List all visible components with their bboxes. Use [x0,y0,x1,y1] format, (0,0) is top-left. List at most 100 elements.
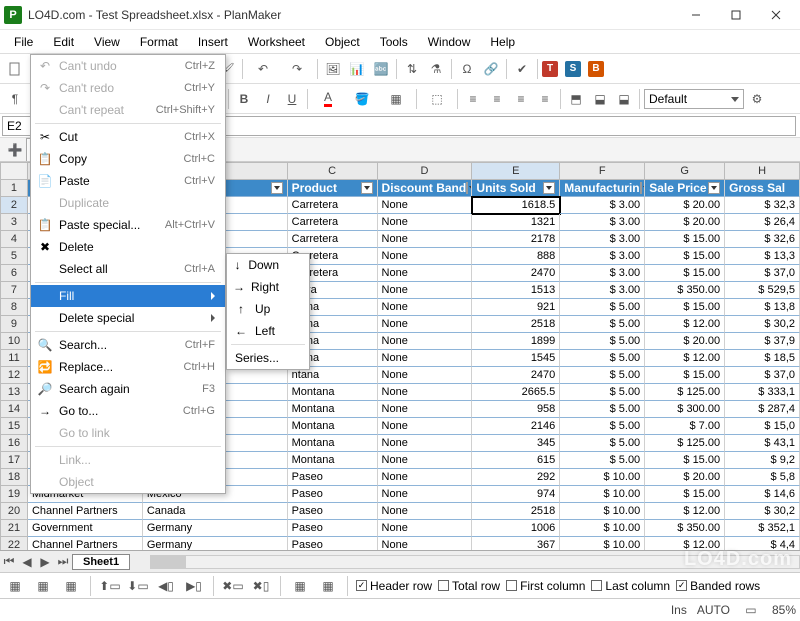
cell[interactable]: 615 [472,452,560,469]
sheet-tab[interactable]: Sheet1 [72,554,130,570]
cell[interactable]: Germany [143,537,288,550]
cell[interactable]: $ 7.00 [645,418,725,435]
presentations-icon[interactable]: S [565,61,581,77]
cell[interactable]: 1006 [472,520,560,537]
horizontal-scrollbar[interactable] [150,555,800,569]
cell[interactable]: $ 10.00 [560,537,645,550]
cell[interactable]: $ 15.00 [645,265,725,282]
menu-view[interactable]: View [84,33,130,51]
cell[interactable]: $ 32,6 [725,231,800,248]
menu-insert[interactable]: Insert [188,33,238,51]
cell[interactable]: $ 15.00 [645,299,725,316]
cell[interactable]: Paseo [288,486,378,503]
menu-worksheet[interactable]: Worksheet [238,33,315,51]
cell[interactable]: $ 3.00 [560,214,645,231]
cell[interactable]: None [378,486,473,503]
cell[interactable]: 367 [472,537,560,550]
menu-item-paste-special-[interactable]: 📋Paste special...Alt+Ctrl+V [31,214,225,236]
row-header[interactable]: 11 [0,350,28,367]
cell[interactable]: 958 [472,401,560,418]
cell[interactable]: $ 12.00 [645,537,725,550]
col-header-g[interactable]: G [645,162,725,180]
new-doc-tab-button[interactable]: ➕ [4,139,26,161]
filter-button[interactable]: ⚗ [425,58,447,80]
cell[interactable]: 2470 [472,367,560,384]
cell[interactable]: $ 3.00 [560,231,645,248]
table-style-3-button[interactable]: ▦ [60,575,82,597]
cell[interactable]: Montana [288,401,378,418]
underline-button[interactable]: U [281,88,303,110]
cell[interactable]: 2518 [472,316,560,333]
align-center-button[interactable]: ≡ [486,88,508,110]
insert-col-right-button[interactable]: ▶▯ [183,575,205,597]
row-header[interactable]: 2 [0,197,28,214]
cell[interactable]: $ 15.00 [645,486,725,503]
row-header[interactable]: 15 [0,418,28,435]
cell[interactable]: Carretera [288,231,378,248]
cell[interactable]: $ 125.00 [645,384,725,401]
menu-help[interactable]: Help [480,33,525,51]
cell[interactable]: $ 5.00 [560,435,645,452]
cell[interactable]: Paseo [288,469,378,486]
cell[interactable]: $ 350.00 [645,282,725,299]
insert-image-button[interactable]: 🖼 [322,58,344,80]
cell[interactable]: $ 529,5 [725,282,800,299]
cell[interactable]: 2518 [472,503,560,520]
table-header-cell[interactable]: Discount Band [378,180,473,197]
chart-button[interactable]: 📊 [346,58,368,80]
filter-arrow-icon[interactable] [640,182,642,194]
cell[interactable]: 2146 [472,418,560,435]
cell[interactable]: $ 15.00 [645,231,725,248]
cell[interactable]: $ 3.00 [560,265,645,282]
cell[interactable]: None [378,299,473,316]
cell[interactable]: $ 20.00 [645,214,725,231]
cell[interactable]: $ 37,9 [725,333,800,350]
fill-left[interactable]: ←Left [227,320,309,342]
row-header[interactable]: 20 [0,503,28,520]
cell[interactable]: $ 300.00 [645,401,725,418]
cell[interactable]: Montana [288,435,378,452]
cell[interactable]: $ 10.00 [560,469,645,486]
cell[interactable]: $ 18,5 [725,350,800,367]
col-header-h[interactable]: H [725,162,800,180]
cell[interactable]: $ 13,3 [725,248,800,265]
textmaker-icon[interactable]: T [542,61,558,77]
cell[interactable]: None [378,537,473,550]
formula-bar[interactable] [148,116,796,136]
cell[interactable]: $ 20.00 [645,333,725,350]
cell[interactable]: $ 350.00 [645,520,725,537]
table-header-cell[interactable]: Gross Sal [725,180,800,197]
row-header[interactable]: 21 [0,520,28,537]
table-header-cell[interactable]: Product [288,180,378,197]
menu-item-select-all[interactable]: Select allCtrl+A [31,258,225,280]
cell[interactable]: $ 30,2 [725,503,800,520]
cell[interactable]: None [378,316,473,333]
cell[interactable]: None [378,333,473,350]
maximize-button[interactable] [716,3,756,27]
row-header[interactable]: 4 [0,231,28,248]
cell[interactable]: $ 352,1 [725,520,800,537]
cell[interactable]: 292 [472,469,560,486]
row-header[interactable]: 16 [0,435,28,452]
new-button[interactable] [4,58,26,80]
row-header[interactable]: 17 [0,452,28,469]
cell[interactable]: 921 [472,299,560,316]
cell[interactable]: $ 5.00 [560,452,645,469]
style-settings-button[interactable]: ⚙ [746,88,768,110]
row-header[interactable]: 7 [0,282,28,299]
cell[interactable]: Montana [288,418,378,435]
row-header[interactable]: 12 [0,367,28,384]
fill-right[interactable]: →Right [227,276,309,298]
cell[interactable]: 2178 [472,231,560,248]
convert-range-button[interactable]: ▦ [317,575,339,597]
table-header-cell[interactable]: Sale Price [645,180,725,197]
cell[interactable]: $ 15.00 [645,367,725,384]
cell[interactable]: Paseo [288,537,378,550]
menu-window[interactable]: Window [418,33,481,51]
cell[interactable]: $ 5.00 [560,367,645,384]
zoom-page-button[interactable]: ▭ [740,599,762,621]
delete-col-button[interactable]: ✖▯ [250,575,272,597]
col-header-c[interactable]: C [288,162,378,180]
row-header[interactable]: 3 [0,214,28,231]
cell[interactable]: $ 13,8 [725,299,800,316]
